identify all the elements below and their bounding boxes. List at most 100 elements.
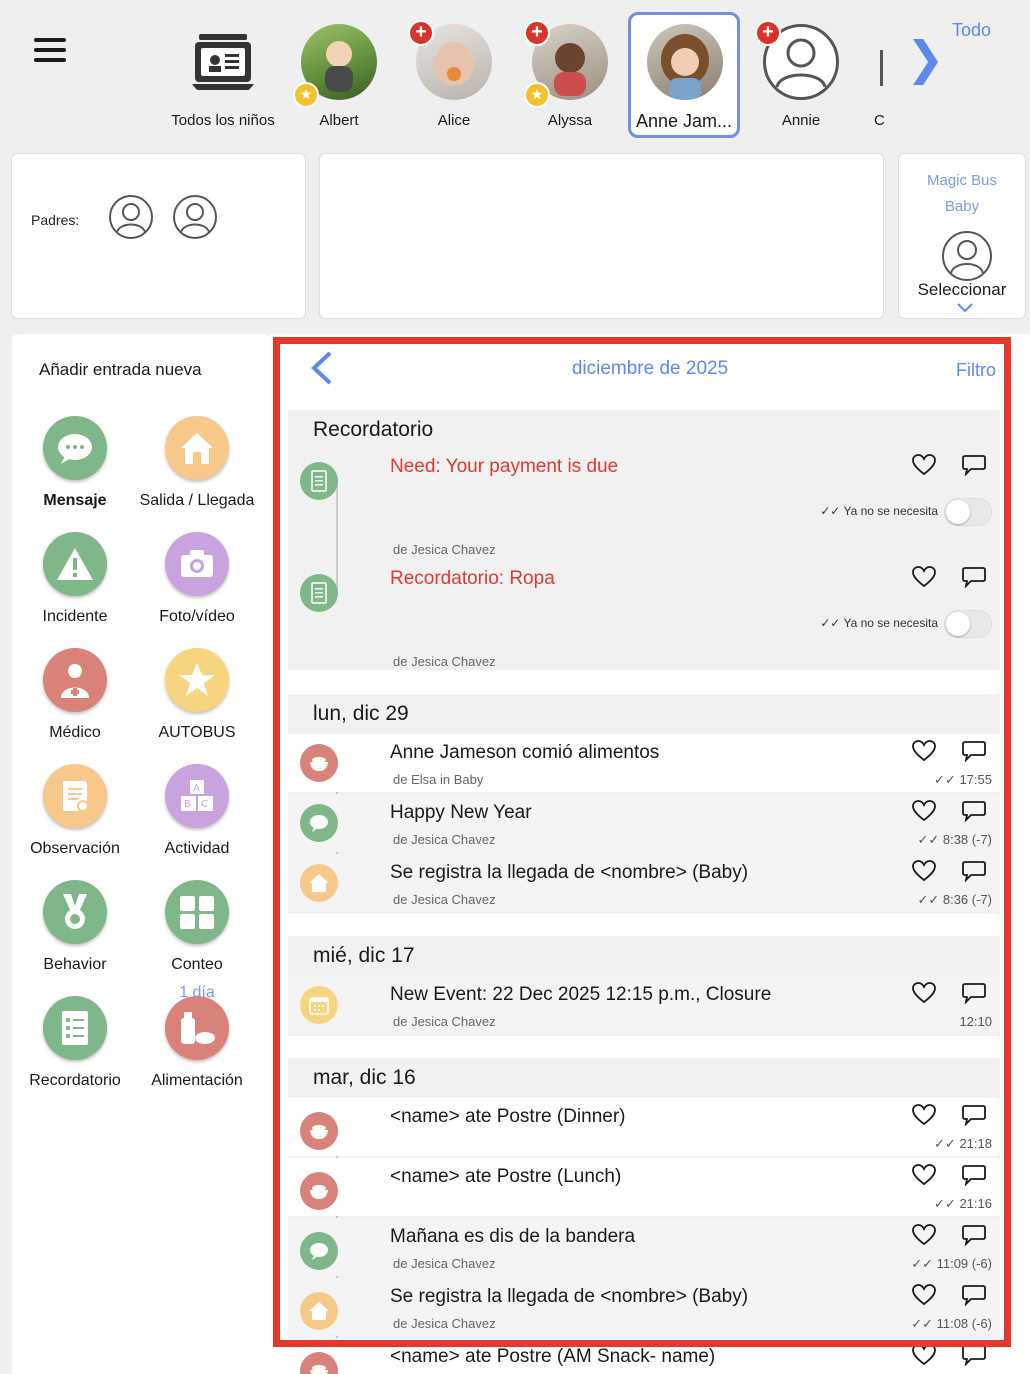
entry[interactable]: Mañana es dis de la bandera de Jesica Ch… xyxy=(288,1218,1000,1276)
comment-icon[interactable] xyxy=(962,860,986,887)
parent-avatar-icon[interactable] xyxy=(108,194,154,240)
house-icon xyxy=(300,1292,338,1330)
entry-time: ✓✓ 11:09 (-6) xyxy=(911,1256,992,1272)
child-all[interactable]: Todos los niños xyxy=(167,20,279,140)
entry-time-text: 11:08 (-6) xyxy=(936,1316,992,1331)
comment-icon[interactable] xyxy=(962,982,986,1009)
entry[interactable]: New Event: 22 Dec 2025 12:15 p.m., Closu… xyxy=(288,976,1000,1034)
checklist-icon xyxy=(43,996,107,1060)
heart-icon[interactable] xyxy=(912,1284,936,1311)
read-check-icon: ✓✓ xyxy=(911,1316,937,1331)
entry-time: 12:10 xyxy=(959,1014,992,1029)
entry-time: ✓✓ 8:36 (-7) xyxy=(917,892,992,908)
entry-time-text: 8:36 (-7) xyxy=(942,892,992,907)
comment-icon[interactable] xyxy=(962,1104,986,1131)
message-icon xyxy=(300,1232,338,1270)
child-name: Alice xyxy=(437,112,471,129)
comment-icon[interactable] xyxy=(962,740,986,767)
entry[interactable]: Se registra la llegada de <nombre> (Baby… xyxy=(288,1278,1000,1336)
tile-behavior[interactable]: Behavior xyxy=(14,880,136,974)
read-check-icon: ✓✓ xyxy=(820,616,844,630)
tile-count[interactable]: Conteo xyxy=(136,880,258,974)
select-teacher-button[interactable]: Seleccionar xyxy=(899,280,1025,300)
entry-title: Need: Your payment is due xyxy=(390,456,619,477)
heart-icon[interactable] xyxy=(912,860,936,887)
add-badge-icon: + xyxy=(408,20,434,46)
entry[interactable]: Happy New Year de Jesica Chavez ✓✓ 8:38 … xyxy=(288,794,1000,852)
heart-icon[interactable] xyxy=(912,566,936,593)
tile-observation[interactable]: Observación xyxy=(14,764,136,858)
star-badge-icon: ★ xyxy=(524,82,550,108)
next-children-icon[interactable]: ❯ xyxy=(906,35,945,81)
tile-medical[interactable]: Médico xyxy=(14,648,136,742)
tile-photo[interactable]: Foto/vídeo xyxy=(136,532,258,626)
read-check-icon: ✓✓ xyxy=(917,832,943,847)
entry-title: Recordatorio: Ropa xyxy=(390,568,555,589)
tile-label: Mensaje xyxy=(43,492,107,509)
comment-icon[interactable] xyxy=(962,454,986,481)
entry[interactable]: Anne Jameson comió alimentos de Elsa in … xyxy=(288,734,1000,792)
todo-link[interactable]: Todo xyxy=(952,20,991,41)
tile-checkin[interactable]: Salida / Llegada xyxy=(136,416,258,510)
heart-icon[interactable] xyxy=(912,1104,936,1131)
filter-button[interactable]: Filtro xyxy=(956,360,996,381)
tile-incident[interactable]: Incidente xyxy=(14,532,136,626)
tile-label: AUTOBUS xyxy=(158,724,236,741)
read-check-icon: ✓✓ xyxy=(911,1256,937,1271)
comment-icon[interactable] xyxy=(962,1224,986,1251)
tile-label: Alimentación xyxy=(151,1072,243,1089)
entry[interactable]: Recordatorio: Ropa ✓✓ Ya no se necesita … xyxy=(288,564,1000,674)
entry[interactable]: Se registra la llegada de <nombre> (Baby… xyxy=(288,854,1000,912)
menu-icon[interactable] xyxy=(34,38,66,62)
read-check-icon: ✓✓ xyxy=(820,504,844,518)
child-albert[interactable]: ★ Albert xyxy=(283,20,395,140)
child-alice[interactable]: + Alice xyxy=(398,20,510,140)
tile-activity[interactable]: ABC Actividad xyxy=(136,764,258,858)
tile-bus[interactable]: AUTOBUS xyxy=(136,648,258,742)
tile-message[interactable]: Mensaje xyxy=(14,416,136,510)
heart-icon[interactable] xyxy=(912,982,936,1009)
child-c[interactable]: C xyxy=(868,20,892,140)
child-anne-selected[interactable]: Anne Jam... xyxy=(628,12,740,138)
entry-time: ✓✓ 21:18 xyxy=(934,1136,992,1152)
entry-title: <name> ate Postre (Lunch) xyxy=(390,1166,622,1187)
heart-icon[interactable] xyxy=(912,1164,936,1191)
teacher-avatar-icon[interactable] xyxy=(941,230,993,287)
heart-icon[interactable] xyxy=(912,800,936,827)
not-needed-toggle[interactable] xyxy=(944,498,992,526)
svg-text:C: C xyxy=(201,799,208,810)
new-entry-title: Añadir entrada nueva xyxy=(39,360,202,379)
add-badge-icon: + xyxy=(755,20,781,46)
svg-text:A: A xyxy=(193,783,200,794)
entry-author: de Elsa in Baby xyxy=(393,772,484,787)
comment-icon[interactable] xyxy=(962,566,986,593)
child-alyssa[interactable]: + ★ Alyssa xyxy=(514,20,626,140)
doctor-icon xyxy=(43,648,107,712)
tile-label: Actividad xyxy=(164,840,230,857)
section-header: mar, dic 16 xyxy=(313,1066,416,1089)
comment-icon[interactable] xyxy=(962,1164,986,1191)
child-annie[interactable]: + Annie xyxy=(745,20,857,140)
comment-icon[interactable] xyxy=(962,1284,986,1311)
notes-card xyxy=(319,153,884,319)
tile-feeding[interactable]: 1 día Alimentación xyxy=(136,984,258,1090)
entry[interactable]: <name> ate Postre (AM Snack- name) xyxy=(288,1338,1000,1374)
chevron-down-icon[interactable] xyxy=(957,300,973,318)
heart-icon[interactable] xyxy=(912,1224,936,1251)
message-icon xyxy=(43,416,107,480)
tile-reminder[interactable]: Recordatorio xyxy=(14,996,136,1090)
class-name-line: Magic Bus xyxy=(926,172,998,189)
heart-icon[interactable] xyxy=(912,454,936,481)
entry[interactable]: <name> ate Postre (Lunch) ✓✓ 21:16 xyxy=(288,1158,1000,1216)
entry[interactable]: Need: Your payment is due ✓✓ Ya no se ne… xyxy=(288,452,1000,562)
heart-icon[interactable] xyxy=(912,1344,936,1371)
heart-icon[interactable] xyxy=(912,740,936,767)
add-badge-icon: + xyxy=(524,20,550,46)
feeding-badge: 1 día xyxy=(179,984,215,1001)
comment-icon[interactable] xyxy=(962,1344,986,1371)
comment-icon[interactable] xyxy=(962,800,986,827)
parent-avatar-icon[interactable] xyxy=(172,194,218,240)
tile-label: Foto/vídeo xyxy=(159,608,235,625)
entry[interactable]: <name> ate Postre (Dinner) ✓✓ 21:18 xyxy=(288,1098,1000,1156)
not-needed-toggle[interactable] xyxy=(944,610,992,638)
